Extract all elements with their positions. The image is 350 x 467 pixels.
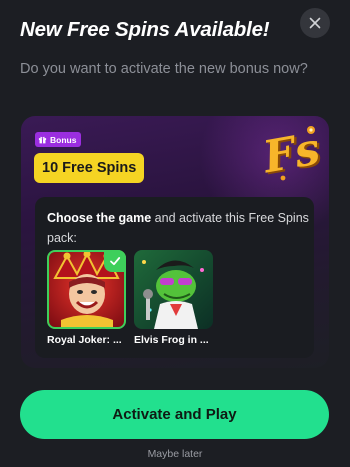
choose-game-instruction: Choose the game and activate this Free S… [47,208,309,248]
maybe-later-link[interactable]: Maybe later [0,448,350,460]
activate-and-play-button[interactable]: Activate and Play [20,390,329,439]
modal-subtitle: Do you want to activate the new bonus no… [20,61,308,77]
game-thumbnail-royal-joker[interactable] [47,250,126,329]
elvis-frog-art [134,250,213,329]
choose-game-bold: Choose the game [47,211,152,225]
bonus-badge-label: Bonus [50,134,77,145]
game-label-elvis-frog: Elvis Frog in ... [134,334,209,346]
game-selection-panel: Choose the game and activate this Free S… [35,197,314,358]
free-spins-logo-text-face: Fs [261,123,324,182]
selected-check [104,250,126,272]
gift-icon [38,136,47,144]
modal-title: New Free Spins Available! [20,18,270,41]
bonus-badge: Bonus [35,132,82,147]
check-icon [110,257,121,266]
free-spins-count: 10 Free Spins [34,153,145,183]
bonus-card: Bonus 10 Free Spins Fs Fs Choose the gam… [21,116,329,368]
game-thumbnail-elvis-frog[interactable] [134,250,213,329]
free-spins-modal: New Free Spins Available! Do you want to… [0,0,350,467]
free-spins-logo: Fs Fs [261,123,326,182]
close-button[interactable] [300,8,330,38]
game-label-royal-joker: Royal Joker: ... [47,334,122,346]
close-icon [309,17,321,29]
